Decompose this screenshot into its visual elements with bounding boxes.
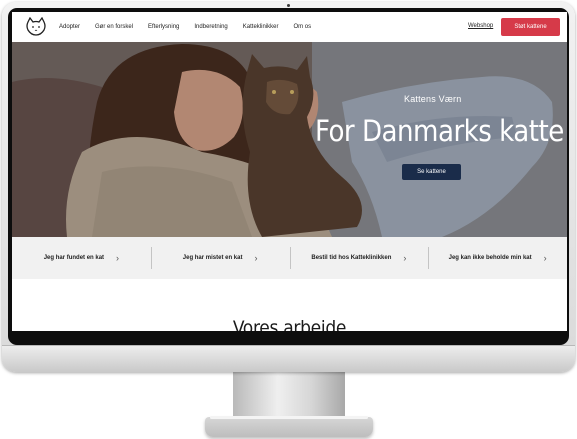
our-work-section: Vores arbejde (12, 279, 567, 331)
nav-item-efterlysning[interactable]: Efterlysning (148, 24, 179, 30)
nav-item-katteklinikker[interactable]: Katteklinikker (243, 24, 279, 30)
chevron-right-icon: › (543, 253, 547, 263)
nav-item-goer-en-forskel[interactable]: Gør en forskel (95, 24, 133, 30)
monitor-chin (2, 345, 575, 372)
cat-logo-icon[interactable] (25, 17, 47, 37)
hero-title: For Danmarks katte (315, 114, 564, 148)
quick-link-label: Jeg kan ikke beholde min kat (448, 255, 532, 261)
webcam-icon (287, 4, 290, 7)
chevron-right-icon: › (403, 253, 407, 263)
section-title: Vores arbejde (232, 317, 347, 331)
quick-links-bar: Jeg har fundet en kat › Jeg har mistet e… (12, 237, 567, 279)
top-navigation: Adopter Gør en forskel Efterlysning Indb… (12, 12, 567, 42)
device-mockup: Adopter Gør en forskel Efterlysning Indb… (0, 0, 577, 439)
monitor: Adopter Gør en forskel Efterlysning Indb… (2, 2, 575, 372)
support-cats-button[interactable]: Støt kattene (501, 18, 560, 36)
quick-link-lost-cat[interactable]: Jeg har mistet en kat › (150, 237, 290, 279)
quick-link-book-clinic[interactable]: Bestil tid hos Katteklinikken › (289, 237, 429, 279)
see-cats-button[interactable]: Se kattene (402, 164, 461, 180)
quick-link-cannot-keep-cat[interactable]: Jeg kan ikke beholde min kat › (428, 237, 567, 279)
hero-banner: Kattens Værn For Danmarks katte Se katte… (12, 42, 567, 237)
monitor-stand-neck (233, 371, 345, 421)
screen: Adopter Gør en forskel Efterlysning Indb… (12, 12, 567, 331)
monitor-stand-base (205, 417, 373, 437)
quick-link-label: Jeg har mistet en kat (182, 255, 243, 261)
monitor-stand-highlight (210, 416, 368, 419)
hero-subtitle: Kattens Værn (404, 94, 462, 104)
nav-menu: Adopter Gør en forskel Efterlysning Indb… (59, 24, 326, 30)
nav-item-adopter[interactable]: Adopter (59, 24, 80, 30)
chevron-right-icon: › (116, 253, 120, 263)
chevron-right-icon: › (254, 253, 258, 263)
quick-link-label: Bestil tid hos Katteklinikken (311, 255, 392, 261)
nav-item-indberetning[interactable]: Indberetning (194, 24, 227, 30)
webshop-link[interactable]: Webshop (468, 23, 493, 29)
quick-link-label: Jeg har fundet en kat (43, 255, 105, 261)
nav-item-om-os[interactable]: Om os (293, 24, 311, 30)
quick-link-found-cat[interactable]: Jeg har fundet en kat › (12, 237, 151, 279)
